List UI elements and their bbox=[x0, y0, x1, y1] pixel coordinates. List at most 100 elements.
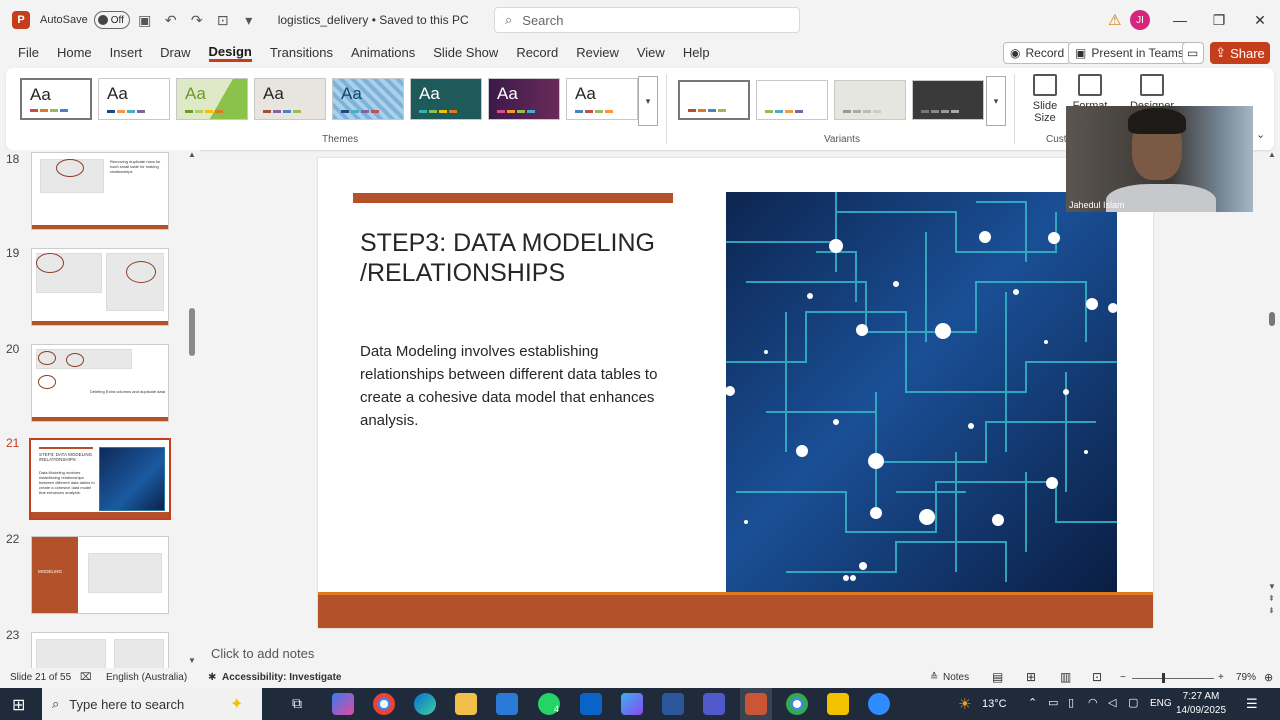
reading-view-icon[interactable]: ▥ bbox=[1060, 670, 1071, 684]
spellcheck-icon[interactable]: ⌧ bbox=[80, 672, 92, 683]
theme-2[interactable]: Aa bbox=[98, 78, 170, 120]
scrollbar-thumb[interactable] bbox=[189, 308, 195, 356]
slide-sorter-icon[interactable]: ⊞ bbox=[1026, 670, 1036, 684]
scroll-down-icon[interactable]: ▼ bbox=[188, 656, 196, 665]
zoom-slider[interactable] bbox=[1132, 678, 1214, 679]
theme-6[interactable]: Aa bbox=[410, 78, 482, 120]
accessibility-status[interactable]: Accessibility: Investigate bbox=[222, 672, 342, 683]
slide-thumbnail-19[interactable] bbox=[31, 248, 169, 326]
menu-draw[interactable]: Draw bbox=[160, 45, 190, 62]
redo-icon[interactable]: ↷ bbox=[186, 9, 208, 31]
slide-thumbnails-pane[interactable]: 18 Removing duplicate rows for each smal… bbox=[0, 150, 200, 668]
slide-thumbnail-21-selected[interactable]: STEP3: DATA MODELING /RELATIONSHIPS Data… bbox=[29, 438, 171, 520]
menu-view[interactable]: View bbox=[637, 45, 665, 62]
windows-start-icon[interactable]: ⊞ bbox=[12, 695, 25, 715]
store-icon[interactable] bbox=[496, 693, 518, 715]
menu-record[interactable]: Record bbox=[516, 45, 558, 62]
previous-slide-icon[interactable]: ⇞ bbox=[1268, 594, 1275, 603]
battery-icon[interactable]: ▯ bbox=[1068, 696, 1074, 709]
warning-icon[interactable]: ⚠ bbox=[1108, 11, 1121, 29]
slide-body-text[interactable]: Data Modeling involves establishing rela… bbox=[360, 340, 680, 432]
variants-gallery-more-icon[interactable]: ▾ bbox=[986, 76, 1006, 126]
scroll-down-icon[interactable]: ▼ bbox=[1268, 582, 1276, 591]
tray-extra-icon[interactable]: ▢ bbox=[1128, 696, 1138, 709]
theme-5[interactable]: Aa bbox=[332, 78, 404, 120]
theme-office[interactable]: Aa bbox=[20, 78, 92, 120]
zoom-level[interactable]: 79% bbox=[1236, 672, 1256, 683]
themes-gallery-more-icon[interactable]: ▾ bbox=[638, 76, 658, 126]
minimize-icon[interactable]: — bbox=[1168, 8, 1192, 32]
tray-overflow-icon[interactable]: ⌃ bbox=[1028, 696, 1037, 709]
weather-temp[interactable]: 13°C bbox=[982, 698, 1007, 710]
menu-review[interactable]: Review bbox=[576, 45, 619, 62]
outlook-icon[interactable] bbox=[580, 693, 602, 715]
slide-thumbnail-18[interactable]: Removing duplicate rows for each small t… bbox=[31, 152, 169, 230]
menu-home[interactable]: Home bbox=[57, 45, 92, 62]
avatar[interactable]: JI bbox=[1130, 10, 1150, 30]
input-language[interactable]: ENG bbox=[1150, 698, 1172, 709]
theme-8[interactable]: Aa bbox=[566, 78, 638, 120]
menu-help[interactable]: Help bbox=[683, 45, 710, 62]
variant-2[interactable] bbox=[756, 80, 828, 120]
slide-size-button[interactable]: Slide Size bbox=[1024, 72, 1066, 124]
volume-icon[interactable]: ◁ bbox=[1108, 696, 1116, 709]
normal-view-icon[interactable]: ▤ bbox=[992, 670, 1003, 684]
autosave-toggle[interactable]: Off bbox=[93, 11, 130, 29]
menu-insert[interactable]: Insert bbox=[110, 45, 143, 62]
theme-4[interactable]: Aa bbox=[254, 78, 326, 120]
network-icon[interactable]: ◠ bbox=[1088, 696, 1098, 709]
slide-thumbnail-22[interactable]: MODELING bbox=[31, 536, 169, 614]
scroll-up-icon[interactable]: ▲ bbox=[188, 150, 196, 159]
language-status[interactable]: English (Australia) bbox=[106, 672, 187, 683]
power-bi-icon[interactable] bbox=[827, 693, 849, 715]
zoom-slider-thumb[interactable] bbox=[1162, 673, 1165, 683]
fit-to-window-icon[interactable]: ⊕ bbox=[1264, 671, 1273, 684]
m365-icon[interactable] bbox=[621, 693, 643, 715]
ribbon-collapse-icon[interactable]: ⌄ bbox=[1256, 128, 1265, 141]
scroll-up-icon[interactable]: ▲ bbox=[1268, 150, 1276, 159]
chrome-profile-icon[interactable] bbox=[786, 693, 808, 715]
menu-file[interactable]: File bbox=[18, 45, 39, 62]
search-highlight-icon[interactable]: ✦ bbox=[230, 694, 243, 714]
circuit-board-image[interactable] bbox=[726, 192, 1117, 595]
close-icon[interactable]: ✕ bbox=[1248, 8, 1272, 32]
tray-app-icon[interactable]: ▭ bbox=[1048, 696, 1058, 709]
file-explorer-icon[interactable] bbox=[455, 693, 477, 715]
teams-icon[interactable] bbox=[703, 693, 725, 715]
chrome-icon[interactable] bbox=[373, 693, 395, 715]
present-in-teams-button[interactable]: ▣ Present in Teams bbox=[1068, 42, 1191, 64]
menu-slide-show[interactable]: Slide Show bbox=[433, 45, 498, 62]
scrollbar-thumb[interactable] bbox=[1269, 312, 1275, 326]
slide-scrollbar[interactable]: ▲ ▼ ⇞ ⇟ bbox=[1266, 150, 1278, 620]
variant-3[interactable] bbox=[834, 80, 906, 120]
taskbar-search-input[interactable]: ⌕ Type here to search bbox=[42, 688, 262, 720]
variant-4[interactable] bbox=[912, 80, 984, 120]
copilot-icon[interactable] bbox=[332, 693, 354, 715]
present-icon[interactable]: ⊡ bbox=[212, 9, 234, 31]
slide-title[interactable]: STEP3: DATA MODELING /RELATIONSHIPS bbox=[360, 228, 690, 288]
zoom-app-icon[interactable] bbox=[868, 693, 890, 715]
record-button[interactable]: ◉ Record bbox=[1003, 42, 1072, 64]
maximize-icon[interactable]: ❐ bbox=[1207, 8, 1231, 32]
next-slide-icon[interactable]: ⇟ bbox=[1268, 606, 1275, 615]
slide-thumbnail-23[interactable] bbox=[31, 632, 169, 668]
task-view-icon[interactable]: ⧉ bbox=[292, 695, 302, 712]
slide-canvas[interactable]: STEP3: DATA MODELING /RELATIONSHIPS Data… bbox=[318, 158, 1153, 628]
notifications-icon[interactable]: ☰ bbox=[1246, 696, 1258, 712]
slide-thumbnail-20[interactable]: Deleting Extra columns and duplicate dat… bbox=[31, 344, 169, 422]
comments-button[interactable]: ▭ bbox=[1182, 42, 1204, 64]
customize-toolbar-icon[interactable]: ▾ bbox=[238, 9, 260, 31]
menu-transitions[interactable]: Transitions bbox=[270, 45, 333, 62]
zoom-in-icon[interactable]: + bbox=[1218, 672, 1224, 683]
notes-input[interactable]: Click to add notes bbox=[211, 646, 314, 661]
document-title[interactable]: logistics_delivery • Saved to this PC bbox=[278, 13, 469, 27]
theme-3[interactable]: Aa bbox=[176, 78, 248, 120]
notes-button[interactable]: Notes bbox=[943, 672, 969, 683]
weather-icon[interactable]: ☀ bbox=[958, 695, 971, 713]
zoom-out-icon[interactable]: − bbox=[1120, 672, 1126, 683]
menu-animations[interactable]: Animations bbox=[351, 45, 415, 62]
taskbar-clock[interactable]: 7:27 AM 14/09/2025 bbox=[1176, 690, 1226, 718]
thumbnails-scrollbar[interactable]: ▲ ▼ bbox=[187, 150, 197, 670]
theme-7[interactable]: Aa bbox=[488, 78, 560, 120]
edge-icon[interactable] bbox=[414, 693, 436, 715]
